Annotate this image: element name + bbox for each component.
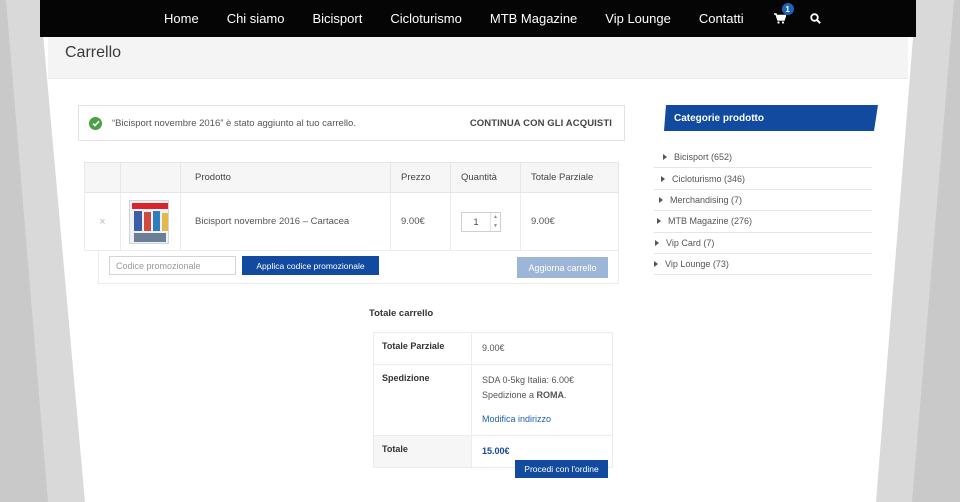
category-list: Bicisport (652) Cicloturismo (346) Merch… bbox=[654, 147, 872, 276]
product-thumbnail[interactable] bbox=[129, 199, 169, 244]
header-remove bbox=[84, 162, 121, 193]
search-icon[interactable] bbox=[809, 13, 821, 24]
cart-table: Prodotto Prezzo Quantità Totale Parziale… bbox=[84, 162, 619, 251]
nav-item-mtb-magazine[interactable]: MTB Magazine bbox=[490, 11, 577, 26]
sidebar-item-label: Cicloturismo (346) bbox=[672, 173, 746, 184]
product-subtotal: 9.00€ bbox=[520, 192, 619, 251]
sidebar-item-label: Vip Card (7) bbox=[666, 237, 715, 248]
checkout-button[interactable]: Procedi con l'ordine bbox=[515, 460, 608, 478]
shipping-destination-suffix: . bbox=[564, 390, 567, 400]
page: Home Chi siamo Bicisport Cicloturismo MT… bbox=[40, 0, 916, 502]
shipping-destination: Spedizione a ROMA. bbox=[482, 388, 602, 403]
product-price: 9.00€ bbox=[390, 192, 451, 251]
qty-down-icon[interactable]: ▼ bbox=[491, 222, 500, 231]
continue-shopping-link[interactable]: CONTINUA CON GLI ACQUISTI bbox=[470, 118, 612, 129]
sidebar-title: Categorie prodotto bbox=[664, 105, 878, 131]
nav-item-home[interactable]: Home bbox=[164, 11, 199, 26]
cart-totals-title: Totale carrello bbox=[369, 308, 434, 319]
title-bar: Carrello bbox=[48, 37, 908, 79]
remove-item-button[interactable]: × bbox=[84, 192, 121, 251]
sidebar-item-label: MTB Magazine (276) bbox=[668, 216, 753, 227]
cart-icon[interactable]: 1 bbox=[773, 3, 794, 24]
cart-count-badge: 1 bbox=[781, 3, 794, 15]
sidebar-item-label: Merchandising (7) bbox=[670, 194, 743, 205]
nav-item-chi-siamo[interactable]: Chi siamo bbox=[227, 11, 285, 26]
qty-up-icon[interactable]: ▲ bbox=[491, 213, 500, 222]
sidebar-item-merchandising[interactable]: Merchandising (7) bbox=[654, 190, 872, 212]
nav-item-contatti[interactable]: Contatti bbox=[699, 11, 744, 26]
header-thumb bbox=[120, 162, 181, 193]
caret-right-icon bbox=[654, 261, 658, 268]
totals-row-shipping: Spedizione SDA 0-5kg Italia: 6.00€ Spedi… bbox=[373, 364, 613, 436]
update-cart-button[interactable]: Aggiorna carrello bbox=[517, 257, 608, 278]
nav-item-vip-lounge[interactable]: Vip Lounge bbox=[605, 11, 671, 26]
apply-coupon-button[interactable]: Applica codice promozionale bbox=[242, 256, 379, 275]
subtotal-label: Totale Parziale bbox=[373, 332, 472, 365]
cart-notice: “Bicisport novembre 2016” è stato aggiun… bbox=[78, 105, 625, 141]
shipping-method: SDA 0-5kg Italia: 6.00€ bbox=[482, 375, 575, 385]
sidebar-item-mtb-magazine[interactable]: MTB Magazine (276) bbox=[654, 211, 872, 233]
sidebar-item-vip-lounge[interactable]: Vip Lounge (73) bbox=[654, 254, 872, 276]
sidebar-item-label: Vip Lounge (73) bbox=[665, 259, 729, 270]
nav-item-cicloturismo[interactable]: Cicloturismo bbox=[390, 11, 462, 26]
caret-right-icon bbox=[655, 239, 659, 246]
subtotal-value: 9.00€ bbox=[471, 332, 613, 365]
notice-message: “Bicisport novembre 2016” è stato aggiun… bbox=[112, 117, 356, 129]
table-row: × Bicisport novembre 2016 – Cartacea 9.0… bbox=[84, 192, 619, 251]
shipping-destination-prefix: Spedizione a bbox=[482, 390, 537, 400]
nav-item-bicisport[interactable]: Bicisport bbox=[312, 11, 362, 26]
shipping-label: Spedizione bbox=[373, 364, 472, 436]
header-price: Prezzo bbox=[390, 162, 451, 193]
shipping-city: ROMA bbox=[536, 390, 565, 400]
cart-totals-table: Totale Parziale 9.00€ Spedizione SDA 0-5… bbox=[373, 332, 613, 468]
quantity-stepper[interactable]: 1 ▲ ▼ bbox=[461, 211, 501, 232]
top-nav: Home Chi siamo Bicisport Cicloturismo MT… bbox=[40, 0, 916, 37]
header-subtotal: Totale Parziale bbox=[520, 162, 619, 193]
caret-right-icon bbox=[659, 196, 663, 203]
caret-right-icon bbox=[657, 218, 661, 225]
cart-table-header: Prodotto Prezzo Quantità Totale Parziale bbox=[84, 162, 619, 193]
caret-right-icon bbox=[663, 154, 667, 161]
caret-right-icon bbox=[661, 175, 665, 182]
sidebar-item-cicloturismo[interactable]: Cicloturismo (346) bbox=[654, 168, 872, 190]
check-icon bbox=[89, 116, 102, 130]
change-address-link[interactable]: Modifica indirizzo bbox=[482, 412, 602, 427]
coupon-input[interactable]: Codice promozionale bbox=[109, 256, 236, 275]
sidebar-item-bicisport[interactable]: Bicisport (652) bbox=[654, 147, 872, 169]
totals-row-subtotal: Totale Parziale 9.00€ bbox=[373, 332, 613, 365]
coupon-row: Codice promozionale Applica codice promo… bbox=[98, 250, 619, 284]
sidebar-item-label: Bicisport (652) bbox=[674, 152, 733, 163]
sidebar-item-vip-card[interactable]: Vip Card (7) bbox=[654, 233, 872, 254]
header-product: Prodotto bbox=[180, 162, 391, 193]
quantity-value[interactable]: 1 bbox=[462, 217, 490, 227]
product-name-link[interactable]: Bicisport novembre 2016 – Cartacea bbox=[180, 192, 391, 251]
total-label: Totale bbox=[373, 435, 472, 468]
page-title: Carrello bbox=[65, 44, 122, 61]
header-qty: Quantità bbox=[450, 162, 521, 193]
